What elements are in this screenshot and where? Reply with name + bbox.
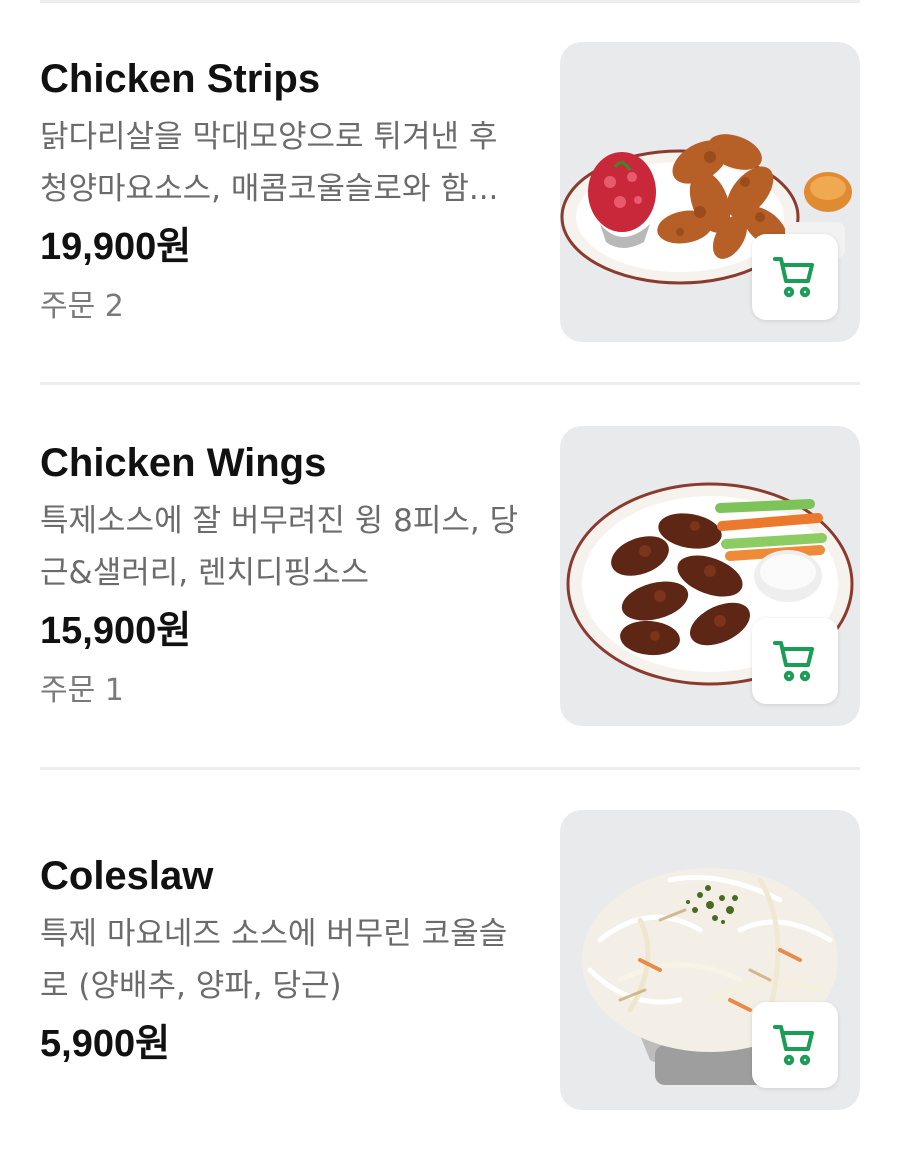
cart-icon bbox=[773, 257, 814, 298]
item-divider bbox=[40, 767, 860, 770]
menu-item-price: 19,900원 bbox=[40, 226, 192, 268]
add-to-cart-button[interactable] bbox=[752, 234, 838, 320]
menu-item-info: Coleslaw 특제 마요네즈 소스에 버무린 코울슬로 (양배추, 양파, … bbox=[40, 810, 530, 1110]
add-to-cart-button[interactable] bbox=[752, 618, 838, 704]
menu-item-info: Chicken Strips 닭다리살을 막대모양으로 튀겨낸 후 청양마요소스… bbox=[40, 42, 530, 342]
menu-item-order-count: 주문 1 bbox=[40, 673, 124, 708]
top-divider bbox=[40, 0, 860, 3]
cart-icon bbox=[773, 1025, 814, 1066]
cart-icon bbox=[773, 641, 814, 682]
menu-item-price: 5,900원 bbox=[40, 1023, 171, 1065]
menu-item-chicken-wings[interactable]: Chicken Wings 특제소스에 잘 버무려진 윙 8피스, 당근&샐러리… bbox=[40, 426, 860, 726]
item-divider bbox=[40, 382, 860, 385]
chicken-wings-photo[interactable] bbox=[560, 426, 860, 726]
menu-item-coleslaw[interactable]: Coleslaw 특제 마요네즈 소스에 버무린 코울슬로 (양배추, 양파, … bbox=[40, 810, 860, 1110]
menu-item-description: 특제 마요네즈 소스에 버무린 코울슬로 (양배추, 양파, 당근) bbox=[40, 916, 508, 1004]
chicken-strips-photo[interactable] bbox=[560, 42, 860, 342]
menu-item-name: Chicken Strips bbox=[40, 57, 321, 101]
menu-item-price: 15,900원 bbox=[40, 610, 192, 652]
menu-item-name: Coleslaw bbox=[40, 854, 214, 898]
menu-item-description: 닭다리살을 막대모양으로 튀겨낸 후 청양마요소스, 매콤코울슬로와 함... bbox=[40, 119, 499, 207]
add-to-cart-button[interactable] bbox=[752, 1002, 838, 1088]
coleslaw-photo[interactable] bbox=[560, 810, 860, 1110]
menu-item-description: 특제소스에 잘 버무려진 윙 8피스, 당근&샐러리, 렌치디핑소스 bbox=[40, 503, 519, 591]
menu-item-name: Chicken Wings bbox=[40, 441, 327, 485]
menu-item-chicken-strips[interactable]: Chicken Strips 닭다리살을 막대모양으로 튀겨낸 후 청양마요소스… bbox=[40, 42, 860, 342]
menu-item-info: Chicken Wings 특제소스에 잘 버무려진 윙 8피스, 당근&샐러리… bbox=[40, 426, 530, 726]
menu-item-order-count: 주문 2 bbox=[40, 289, 124, 324]
